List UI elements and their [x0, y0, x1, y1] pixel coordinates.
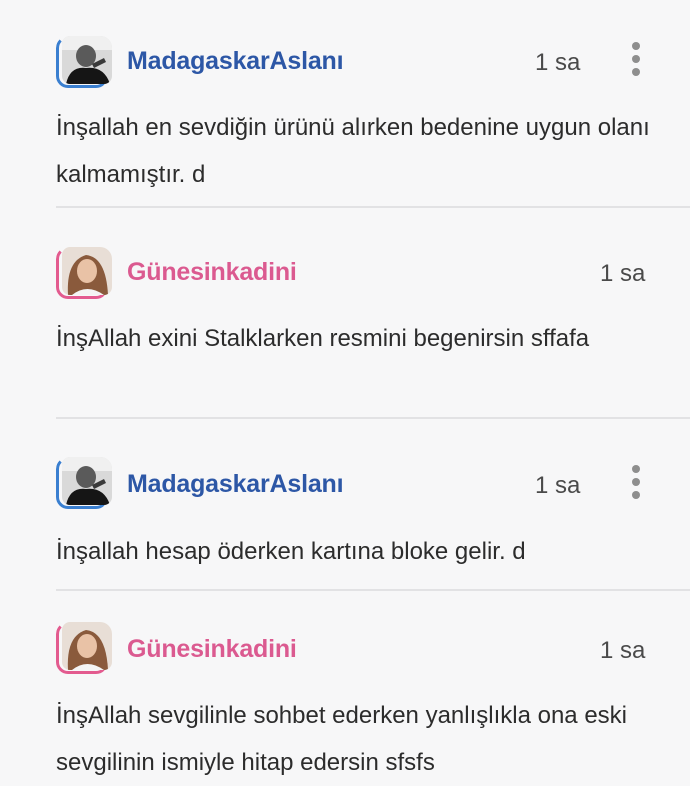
- comment-text: İnşallah hesap öderken kartına bloke gel…: [56, 538, 526, 565]
- username-link[interactable]: MadagaskarAslanı: [127, 47, 344, 76]
- username-link[interactable]: MadagaskarAslanı: [127, 470, 344, 499]
- avatar[interactable]: [56, 36, 112, 92]
- comment-text: İnşAllah exini Stalklarken resmini begen…: [56, 325, 590, 352]
- avatar[interactable]: [56, 247, 112, 303]
- timestamp: 1 sa: [600, 260, 646, 287]
- avatar-man-photo-icon: [62, 457, 112, 505]
- divider: [56, 417, 690, 419]
- avatar[interactable]: [56, 457, 112, 513]
- timestamp: 1 sa: [535, 472, 581, 499]
- avatar[interactable]: [56, 622, 112, 678]
- divider: [56, 589, 690, 591]
- divider: [56, 206, 690, 208]
- avatar-woman-photo-icon: [62, 247, 112, 295]
- avatar-woman-photo-icon: [62, 622, 112, 670]
- timestamp: 1 sa: [600, 637, 646, 664]
- more-options-icon[interactable]: [626, 465, 646, 501]
- timestamp: 1 sa: [535, 49, 581, 76]
- username-link[interactable]: Günesinkadini: [127, 258, 297, 287]
- comment-text: İnşallah en sevdiğin ürünü alırken beden…: [56, 114, 650, 188]
- more-options-icon[interactable]: [626, 42, 646, 78]
- avatar-man-photo-icon: [62, 36, 112, 84]
- comment-text: İnşAllah sevgilinle sohbet ederken yanlı…: [56, 702, 627, 776]
- username-link[interactable]: Günesinkadini: [127, 635, 297, 664]
